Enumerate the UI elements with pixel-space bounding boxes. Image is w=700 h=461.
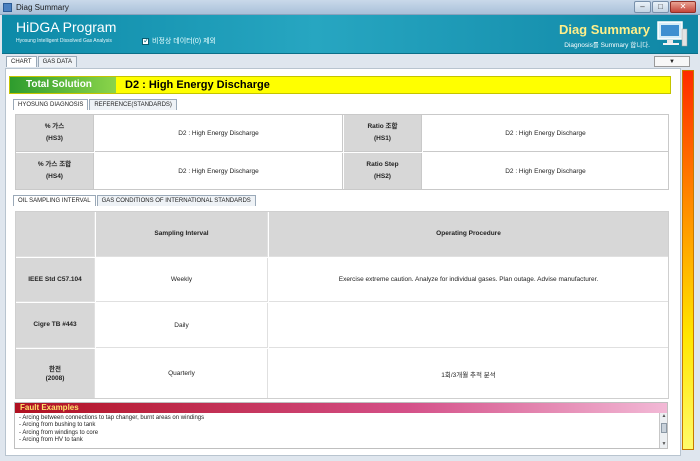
diag-summary-subtitle: Diagnosis를 Summary 합니다. <box>564 42 650 49</box>
row-std-cigre: Cigre TB #443 <box>16 303 95 348</box>
list-item: - Arcing from windings to core <box>19 429 99 436</box>
fault-examples-list[interactable]: - Arcing between connections to tap chan… <box>15 413 667 445</box>
total-solution-bar: Total Solution D2 : High Energy Discharg… <box>9 76 671 94</box>
diag-label-code: (HS2) <box>374 173 391 180</box>
app-icon <box>3 3 12 12</box>
maximize-button[interactable]: □ <box>652 1 669 13</box>
window-title: Diag Summary <box>16 3 69 12</box>
sampling-procedure-table: Sampling Interval Operating Procedure IE… <box>15 211 669 399</box>
diag-value-hs3: D2 : High Energy Discharge <box>95 115 343 152</box>
diag-label-hs1: Ratio 조합 (HS1) <box>344 115 422 152</box>
exclude-abnormal-checkbox[interactable]: 비정상 데이터(0) 제외 <box>142 36 216 46</box>
list-item: - Arcing from HV to tank <box>19 437 83 444</box>
checkbox-label: 비정상 데이터(0) 제외 <box>152 38 216 45</box>
fault-scrollbar[interactable]: ▲ ▼ <box>659 413 667 448</box>
severity-gradient-bar <box>682 70 694 450</box>
diag-label-code: (HS3) <box>46 135 63 142</box>
diag-value-hs2: D2 : High Energy Discharge <box>423 153 668 189</box>
header-sampling-interval: Sampling Interval <box>96 212 268 257</box>
checkbox-icon[interactable] <box>142 36 150 45</box>
row-interval-ieee: Weekly <box>96 258 268 302</box>
table-corner <box>16 212 95 257</box>
diag-label-text: Ratio Step <box>366 161 399 168</box>
total-solution-badge: Total Solution <box>10 77 116 93</box>
tab-oil-sampling-interval[interactable]: OIL SAMPLING INTERVAL <box>13 195 96 206</box>
brand-subtitle: Hyosung Intelligent Dissolved Gas Analys… <box>16 38 112 44</box>
diag-value-hs1: D2 : High Energy Discharge <box>423 115 668 152</box>
row-interval-kepco: Quarterly <box>96 349 268 398</box>
list-item: - Arcing between connections to tap chan… <box>19 415 205 421</box>
window-controls: – □ ✕ <box>634 1 696 13</box>
main-tabs: CHART GAS DATA <box>6 56 78 67</box>
fault-examples-panel: Fault Examples - Arcing between connecti… <box>14 402 668 449</box>
diag-label-code: (HS4) <box>46 173 63 180</box>
computer-monitor-icon <box>657 21 688 47</box>
list-item: - Arcing from bushing to tank <box>19 422 96 429</box>
diagnosis-table: % 가스 (HS3) D2 : High Energy Discharge Ra… <box>15 114 669 190</box>
scroll-up-icon[interactable]: ▲ <box>660 413 668 420</box>
tab-chart[interactable]: CHART <box>6 56 37 67</box>
diag-label-hs2: Ratio Step (HS2) <box>344 153 422 189</box>
total-solution-result: D2 : High Energy Discharge <box>125 79 270 91</box>
header-operating-procedure: Operating Procedure <box>269 212 668 257</box>
scroll-down-icon[interactable]: ▼ <box>660 441 668 448</box>
scroll-thumb[interactable] <box>661 423 667 433</box>
brand-title: HiDGA Program <box>16 19 117 35</box>
title-bar: Diag Summary – □ ✕ <box>0 0 700 15</box>
row-procedure-ieee: Exercise extreme caution. Analyze for in… <box>269 258 668 302</box>
tab-gas-conditions-standards[interactable]: GAS CONDITIONS OF INTERNATIONAL STANDARD… <box>96 195 256 206</box>
diag-label-hs3: % 가스 (HS3) <box>16 115 94 152</box>
row-std-kepco: 한전 (2008) <box>16 349 95 398</box>
row-std-ieee: IEEE Std C57.104 <box>16 258 95 302</box>
close-button[interactable]: ✕ <box>670 1 696 13</box>
fault-examples-title: Fault Examples <box>15 403 667 413</box>
row-procedure-cigre <box>269 303 668 348</box>
diag-label-text: % 가스 조합 <box>37 161 72 168</box>
diagnosis-tabs: HYOSUNG DIAGNOSIS REFERENCE(STANDARDS) <box>13 99 178 110</box>
diag-summary-title: Diag Summary <box>558 22 650 37</box>
diag-label-code: (HS1) <box>374 135 391 142</box>
row-procedure-kepco: 1회/3개월 추적 분석 <box>269 349 668 398</box>
diag-label-hs4: % 가스 조합 (HS4) <box>16 153 94 189</box>
sampling-tabs: OIL SAMPLING INTERVAL GAS CONDITIONS OF … <box>13 195 257 206</box>
row-interval-cigre: Daily <box>96 303 268 348</box>
diag-value-hs4: D2 : High Energy Discharge <box>95 153 343 189</box>
tab-hyosung-diagnosis[interactable]: HYOSUNG DIAGNOSIS <box>13 99 89 110</box>
tab-reference-standards[interactable]: REFERENCE(STANDARDS) <box>89 99 177 110</box>
diag-label-text: Ratio 조합 <box>367 123 398 130</box>
diag-label-text: % 가스 <box>44 123 65 130</box>
options-dropdown[interactable]: ▼ <box>654 56 690 67</box>
tab-gas-data[interactable]: GAS DATA <box>37 56 78 67</box>
minimize-button[interactable]: – <box>634 1 651 13</box>
app-header: HiDGA Program Hyosung Intelligent Dissol… <box>2 15 698 54</box>
